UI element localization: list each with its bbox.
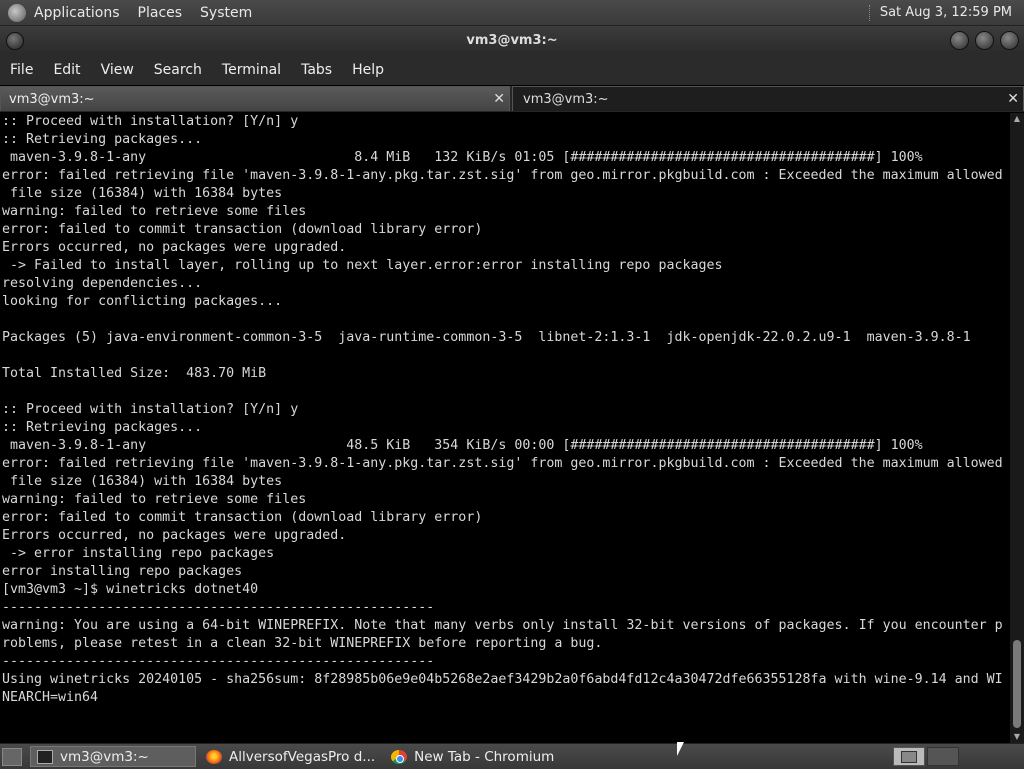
applications-menu[interactable]: Applications (34, 5, 120, 21)
scroll-thumb[interactable] (1013, 640, 1021, 728)
window-titlebar[interactable]: vm3@vm3:~ (0, 26, 1024, 54)
terminal-line: :: Proceed with installation? [Y/n] y (2, 114, 299, 129)
chromium-icon (391, 749, 408, 764)
maximize-button[interactable] (975, 31, 994, 50)
system-menu[interactable]: System (200, 5, 252, 21)
places-menu[interactable]: Places (138, 5, 183, 21)
terminal-line: maven-3.9.8-1-any 48.5 KiB 354 KiB/s 00:… (2, 438, 923, 453)
menu-edit[interactable]: Edit (43, 62, 90, 78)
terminal-line: file size (16384) with 16384 bytes (2, 186, 283, 201)
terminal-line: error: failed to commit transaction (dow… (2, 222, 483, 237)
terminal-line: warning: You are using a 64-bit WINEPREF… (2, 618, 1003, 633)
menu-view[interactable]: View (91, 62, 144, 78)
taskbar-label: New Tab - Chromium (414, 748, 555, 765)
terminal-line: :: Retrieving packages... (2, 132, 203, 147)
tab-label: vm3@vm3:~ (9, 91, 95, 107)
terminal-line: error: failed retrieving file 'maven-3.9… (2, 456, 1003, 471)
taskbar-label: AllversofVegasPro d... (229, 748, 376, 765)
taskbar-item-terminal[interactable]: vm3@vm3:~ (30, 746, 196, 767)
terminal-line: [vm3@vm3 ~]$ winetricks dotnet40 (2, 582, 259, 597)
taskbar-item-firefox[interactable]: AllversofVegasPro d... (200, 746, 381, 767)
close-window-button[interactable] (1000, 31, 1019, 50)
terminal-line: ----------------------------------------… (2, 654, 435, 669)
terminal-line: error installing repo packages (2, 564, 243, 579)
panel-separator (868, 4, 872, 21)
terminal-line: Packages (5) java-environment-common-3-5… (2, 330, 971, 345)
terminal-line: warning: failed to retrieve some files (2, 492, 307, 507)
bottom-panel: vm3@vm3:~ AllversofVegasPro d... New Tab… (0, 743, 1024, 769)
workspace-1[interactable] (893, 747, 925, 766)
clock[interactable]: Sat Aug 3, 12:59 PM (880, 5, 1012, 20)
terminal-line: resolving dependencies... (2, 276, 203, 291)
top-panel: Applications Places System Sat Aug 3, 12… (0, 0, 1024, 26)
scroll-down-icon[interactable]: ▼ (1010, 731, 1024, 743)
terminal-output[interactable]: :: Proceed with installation? [Y/n] y:: … (0, 113, 1010, 743)
scroll-up-icon[interactable]: ▲ (1010, 113, 1024, 125)
terminal-line: :: Proceed with installation? [Y/n] y (2, 402, 299, 417)
terminal-line: -> Failed to install layer, rolling up t… (2, 258, 723, 273)
terminal-line: Errors occurred, no packages were upgrad… (2, 240, 347, 255)
distro-logo-icon[interactable] (8, 3, 26, 22)
menu-help[interactable]: Help (342, 62, 394, 78)
menu-tabs[interactable]: Tabs (291, 62, 342, 78)
tab-1[interactable]: vm3@vm3:~ ✕ (0, 86, 510, 111)
firefox-icon (206, 749, 222, 764)
window-title: vm3@vm3:~ (466, 32, 558, 48)
terminal-line: error: failed retrieving file 'maven-3.9… (2, 168, 1003, 183)
tab-bar: vm3@vm3:~ ✕ vm3@vm3:~ ✕ (0, 86, 1024, 112)
terminal-line: error: failed to commit transaction (dow… (2, 510, 483, 525)
terminal-line: NEARCH=win64 (2, 690, 99, 705)
workspace-2[interactable] (927, 747, 959, 766)
terminal-line: roblems, please retest in a clean 32-bit… (2, 636, 603, 651)
window-menu-icon[interactable] (6, 32, 24, 50)
terminal-line: ----------------------------------------… (2, 600, 435, 615)
mouse-cursor-icon (677, 742, 684, 756)
menu-file[interactable]: File (0, 62, 43, 78)
taskbar-item-chromium[interactable]: New Tab - Chromium (385, 746, 560, 767)
terminal-scrollbar[interactable]: ▲ ▼ (1010, 113, 1024, 743)
terminal-line: Errors occurred, no packages were upgrad… (2, 528, 347, 543)
menu-search[interactable]: Search (144, 62, 212, 78)
terminal-line: warning: failed to retrieve some files (2, 204, 307, 219)
tab-2[interactable]: vm3@vm3:~ ✕ (512, 86, 1024, 111)
terminal-line: Using winetricks 20240105 - sha256sum: 8… (2, 672, 1003, 687)
menu-terminal[interactable]: Terminal (212, 62, 291, 78)
terminal-line: file size (16384) with 16384 bytes (2, 474, 283, 489)
close-tab-icon[interactable]: ✕ (493, 90, 505, 108)
close-tab-icon[interactable]: ✕ (1007, 90, 1019, 108)
show-desktop-icon[interactable] (2, 747, 22, 766)
terminal-line: -> error installing repo packages (2, 546, 275, 561)
minimize-button[interactable] (950, 31, 969, 50)
terminal-line: maven-3.9.8-1-any 8.4 MiB 132 KiB/s 01:0… (2, 150, 923, 165)
terminal-line: :: Retrieving packages... (2, 420, 203, 435)
terminal-line: Total Installed Size: 483.70 MiB (2, 366, 267, 381)
terminal-line: looking for conflicting packages... (2, 294, 283, 309)
tab-label: vm3@vm3:~ (523, 91, 609, 107)
menubar: File Edit View Search Terminal Tabs Help (0, 54, 1024, 85)
terminal-icon (37, 749, 53, 764)
taskbar-label: vm3@vm3:~ (60, 748, 149, 765)
